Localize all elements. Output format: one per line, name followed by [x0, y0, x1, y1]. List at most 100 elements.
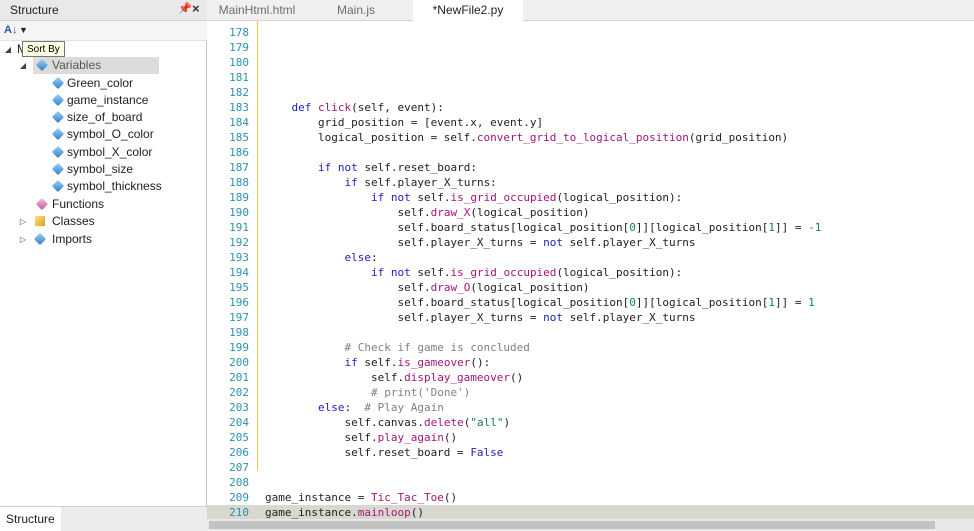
variable-icon	[51, 162, 65, 176]
tree-node-label: symbol_O_color	[67, 127, 154, 141]
code-line[interactable]: 194 if not self.is_grid_occupied(logical…	[207, 265, 974, 280]
variable-icon	[51, 179, 65, 193]
code-line[interactable]: 202 # print('Done')	[207, 385, 974, 400]
line-number: 180	[229, 56, 249, 69]
tab-structure[interactable]: Structure	[0, 507, 61, 531]
code-line[interactable]: 207	[207, 460, 974, 475]
code-text: self.canvas.delete("all")	[265, 416, 511, 429]
tree-node-label: game_instance	[67, 93, 149, 107]
variable-icon	[51, 127, 65, 141]
code-line[interactable]: 179	[207, 40, 974, 55]
editor-tab-strip: MainHtml.html Main.js *NewFile2.py	[207, 0, 974, 21]
line-number: 202	[229, 386, 249, 399]
tab-main-js[interactable]: Main.js	[313, 0, 399, 21]
line-number: 192	[229, 236, 249, 249]
pin-icon[interactable]: 📌	[178, 2, 192, 15]
tree-node-label: size_of_board	[67, 110, 143, 124]
code-line[interactable]: 189 if not self.is_grid_occupied(logical…	[207, 190, 974, 205]
code-text: game_instance.mainloop()	[265, 506, 424, 519]
horizontal-scrollbar[interactable]	[207, 519, 974, 531]
code-text: self.board_status[logical_position[0]][l…	[265, 221, 822, 234]
code-line[interactable]: 206 self.reset_board = False	[207, 445, 974, 460]
code-line[interactable]: 184 grid_position = [event.x, event.y]	[207, 115, 974, 130]
scrollbar-thumb[interactable]	[209, 521, 935, 529]
line-number: 210	[229, 506, 249, 519]
code-text: self.play_again()	[265, 431, 458, 444]
line-number: 194	[229, 266, 249, 279]
line-number: 209	[229, 491, 249, 504]
code-line[interactable]: 181	[207, 70, 974, 85]
line-number: 200	[229, 356, 249, 369]
code-line[interactable]: 185 logical_position = self.convert_grid…	[207, 130, 974, 145]
code-text: # print('Done')	[370, 386, 471, 399]
expander-open-icon[interactable]: ◢	[18, 57, 28, 74]
line-number: 179	[229, 41, 249, 54]
code-line[interactable]: 201 self.display_gameover()	[207, 370, 974, 385]
code-line[interactable]: 178	[207, 25, 974, 40]
code-line[interactable]: 191 self.board_status[logical_position[0…	[207, 220, 974, 235]
code-text: if not self.reset_board:	[317, 161, 477, 174]
expander-closed-icon[interactable]: ▷	[18, 231, 28, 248]
tree-node-variables[interactable]: Variables	[33, 57, 159, 74]
code-line[interactable]: 195 self.draw_O(logical_position)	[207, 280, 974, 295]
code-line[interactable]: 203 else: # Play Again	[207, 400, 974, 415]
line-number: 199	[229, 341, 249, 354]
tree-node-label: symbol_thickness	[67, 179, 162, 193]
line-number: 196	[229, 296, 249, 309]
class-icon	[34, 215, 46, 227]
code-line[interactable]: 209 game_instance = Tic_Tac_Toe()	[207, 490, 974, 505]
tab-newfile2[interactable]: *NewFile2.py	[413, 0, 523, 21]
sort-by-tooltip: Sort By	[22, 41, 65, 57]
code-text: self.display_gameover()	[265, 371, 524, 384]
tree-node-label: Variables	[52, 58, 102, 72]
code-line[interactable]: 180	[207, 55, 974, 70]
line-number: 184	[229, 116, 249, 129]
code-line[interactable]: 188 if self.player_X_turns:	[207, 175, 974, 190]
code-text: logical_position = self.convert_grid_to_…	[265, 131, 789, 144]
structure-tree: ◢ Main Variables ◢ Green_color game_inst…	[0, 41, 207, 506]
code-text: game_instance = Tic_Tac_Toe()	[265, 491, 458, 504]
code-line[interactable]: 193 else:	[207, 250, 974, 265]
code-line[interactable]: 197 self.player_X_turns = not self.playe…	[207, 310, 974, 325]
code-line[interactable]: 196 self.board_status[logical_position[0…	[207, 295, 974, 310]
code-text: # Check if game is concluded	[344, 341, 530, 354]
code-line[interactable]: 182	[207, 85, 974, 100]
line-number: 183	[229, 101, 249, 114]
code-line[interactable]: 205 self.play_again()	[207, 430, 974, 445]
tab-mainhtml[interactable]: MainHtml.html	[207, 0, 307, 21]
line-number: 186	[229, 146, 249, 159]
sort-icon: A↓	[4, 24, 18, 36]
expander-open-icon[interactable]: ◢	[3, 41, 13, 58]
expander-closed-icon[interactable]: ▷	[18, 213, 28, 230]
line-number: 203	[229, 401, 249, 414]
code-line[interactable]: 199 # Check if game is concluded	[207, 340, 974, 355]
code-text: self.player_X_turns = not self.player_X_…	[265, 311, 696, 324]
function-icon	[35, 197, 49, 211]
variable-icon	[35, 58, 49, 72]
structure-panel-header: Structure 📌 ×	[0, 0, 207, 21]
chevron-down-icon: ▼	[19, 25, 28, 35]
line-number: 182	[229, 86, 249, 99]
tree-node-label: Green_color	[67, 76, 134, 90]
code-line[interactable]: 192 self.player_X_turns = not self.playe…	[207, 235, 974, 250]
close-icon[interactable]: ×	[192, 1, 200, 16]
line-number: 201	[229, 371, 249, 384]
variable-icon	[51, 93, 65, 107]
sort-by-button[interactable]: A↓ ▼	[3, 23, 29, 38]
code-text: grid_position = [event.x, event.y]	[265, 116, 544, 129]
code-line[interactable]: 200 if self.is_gameover():	[207, 355, 974, 370]
code-editor[interactable]: 178 179 180 181 182 183 def click(self, event…	[207, 21, 974, 519]
line-number: 204	[229, 416, 249, 429]
code-line[interactable]: 204 self.canvas.delete("all")	[207, 415, 974, 430]
code-line[interactable]: 187 if not self.reset_board:	[207, 160, 974, 175]
code-line[interactable]: 190 self.draw_X(logical_position)	[207, 205, 974, 220]
code-line[interactable]: 208	[207, 475, 974, 490]
tree-node-label: symbol_X_color	[67, 145, 153, 159]
code-line[interactable]: 186	[207, 145, 974, 160]
code-line[interactable]: 183 def click(self, event):	[207, 100, 974, 115]
line-number: 178	[229, 26, 249, 39]
code-line[interactable]: 198	[207, 325, 974, 340]
structure-panel-title: Structure	[10, 3, 59, 17]
code-line[interactable]: 210 game_instance.mainloop()	[207, 505, 974, 519]
code-text: self.player_X_turns = not self.player_X_…	[265, 236, 696, 249]
